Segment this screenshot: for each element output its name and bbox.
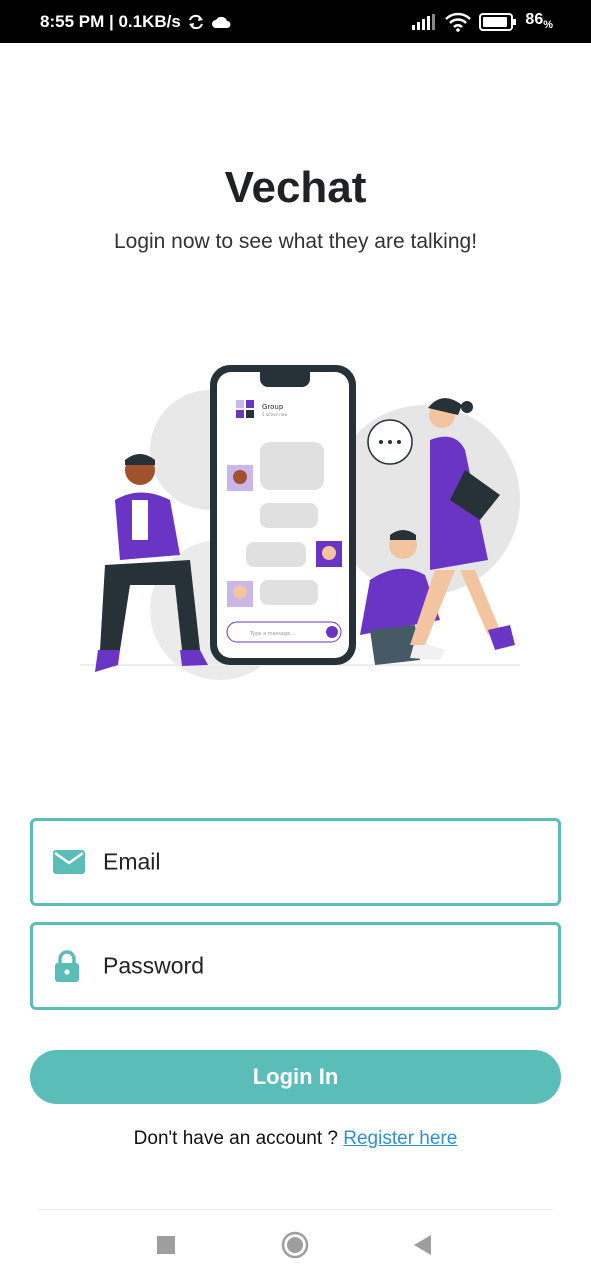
email-label: Email	[103, 848, 161, 875]
lock-icon	[53, 950, 81, 982]
wifi-icon	[445, 12, 472, 32]
email-field[interactable]: Email	[30, 818, 561, 906]
status-bar: 8:55 PM | 0.1KB/s 86%	[0, 0, 591, 43]
status-left: 8:55 PM | 0.1KB/s	[40, 0, 231, 43]
app-title: Vechat	[224, 163, 367, 212]
group-label: Group	[262, 403, 284, 411]
signal-icon	[411, 13, 437, 30]
group-status-label: 5 active now	[262, 412, 288, 417]
battery-icon	[479, 12, 517, 31]
mail-icon	[53, 850, 85, 874]
sync-icon	[187, 14, 205, 30]
app-subtitle: Login now to see what they are talking!	[113, 230, 478, 253]
navigation-bar	[0, 1222, 591, 1268]
recents-square-icon[interactable]	[136, 1222, 196, 1268]
chat-illustration: Group 5 active now Type a message...	[80, 365, 520, 680]
password-field[interactable]: Password	[30, 922, 561, 1010]
cloud-icon	[211, 15, 231, 29]
register-prompt-text: Don't have an account ?	[133, 1128, 344, 1149]
register-link[interactable]: Register here	[343, 1128, 457, 1149]
back-triangle-icon[interactable]	[392, 1222, 452, 1268]
login-button[interactable]: Login In	[30, 1050, 561, 1104]
battery-percentage: 86%	[525, 11, 553, 32]
register-prompt-line: Don't have an account ? Register here	[0, 1128, 591, 1150]
status-time-speed: 8:55 PM | 0.1KB/s	[40, 11, 181, 31]
message-input-placeholder: Type a message...	[249, 631, 295, 637]
nav-divider	[38, 1209, 553, 1210]
home-circle-icon[interactable]	[265, 1222, 325, 1268]
password-label: Password	[103, 952, 204, 979]
status-right: 86%	[411, 0, 553, 43]
